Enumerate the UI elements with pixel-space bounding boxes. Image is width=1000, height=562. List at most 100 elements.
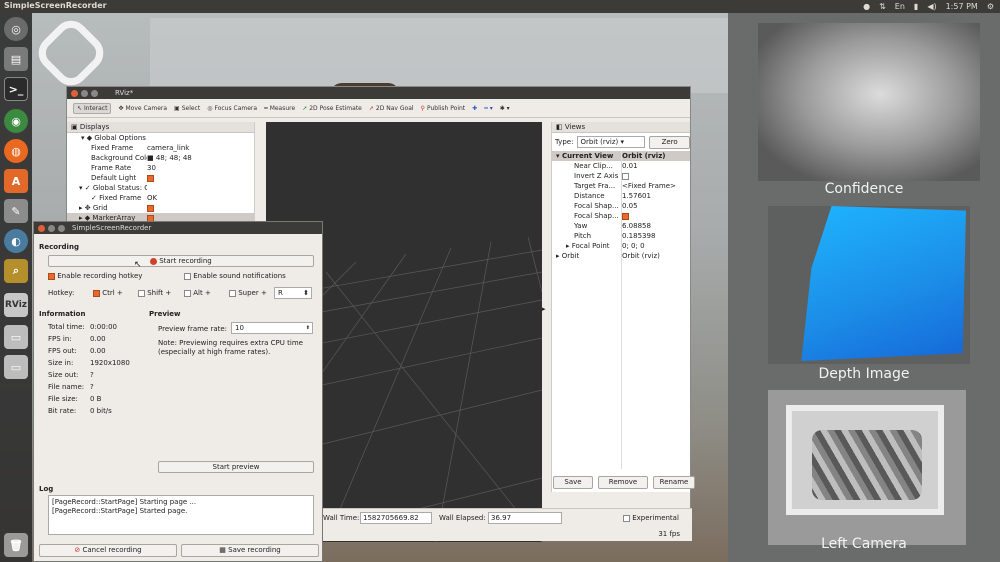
dash-icon[interactable]: ◎ bbox=[4, 17, 28, 41]
collapse-handle-icon[interactable]: ▸ bbox=[542, 305, 546, 313]
tool-move-camera[interactable]: ✥ Move Camera bbox=[118, 105, 167, 112]
simplescreenrecorder-window: SimpleScreenRecorder Recording Start rec… bbox=[33, 221, 323, 562]
camera-icon: ◧ bbox=[556, 123, 563, 131]
log-box[interactable]: [PageRecord::StartPage] Starting page ..… bbox=[48, 495, 314, 535]
maximize-icon[interactable] bbox=[91, 90, 98, 97]
tool-focus-camera[interactable]: ◎ Focus Camera bbox=[207, 105, 257, 112]
minimize-icon[interactable] bbox=[48, 225, 55, 232]
preview-note: Note: Previewing requires extra CPU time… bbox=[158, 339, 303, 356]
display-row[interactable]: Default Light bbox=[67, 173, 254, 183]
rviz-titlebar[interactable]: RViz* bbox=[67, 87, 690, 99]
volume-icon[interactable]: ◀) bbox=[927, 2, 936, 11]
display-row[interactable]: ▾ ◆ Global Options bbox=[67, 133, 254, 143]
display-row[interactable]: ▾ ✓ Global Status: Ok bbox=[67, 183, 254, 193]
battery-icon[interactable]: ▮ bbox=[914, 2, 918, 11]
info-row: Size out:? bbox=[48, 371, 94, 379]
experimental-toggle[interactable]: Experimental bbox=[623, 514, 679, 522]
firefox-icon[interactable]: ◍ bbox=[4, 139, 28, 163]
search-icon[interactable]: ⌕ bbox=[4, 259, 28, 283]
cancel-recording-button[interactable]: ⊘ Cancel recording bbox=[39, 544, 177, 557]
close-icon[interactable] bbox=[38, 225, 45, 232]
rviz-icon[interactable]: RViz bbox=[4, 293, 28, 317]
drive-icon-2[interactable]: ▭ bbox=[4, 355, 28, 379]
views-remove-button[interactable]: Remove bbox=[598, 476, 648, 489]
mouse-cursor-icon: ↖ bbox=[134, 260, 142, 270]
tool-2d-pose[interactable]: ➚ 2D Pose Estimate bbox=[302, 105, 362, 112]
files-icon[interactable]: ▤ bbox=[4, 47, 28, 71]
keyboard-layout[interactable]: En bbox=[895, 2, 905, 11]
recording-section-title: Recording bbox=[39, 243, 79, 251]
display-row[interactable]: Frame Rate 30 bbox=[67, 163, 254, 173]
pose-arrow-icon: ➚ bbox=[302, 105, 308, 112]
maximize-icon[interactable] bbox=[58, 225, 65, 232]
wall-time-field[interactable]: 1582705669.82 bbox=[360, 512, 432, 524]
ssr-title: SimpleScreenRecorder bbox=[72, 224, 152, 232]
ssr-titlebar[interactable]: SimpleScreenRecorder bbox=[34, 222, 322, 234]
info-row: Total time: 0:00:00 bbox=[48, 323, 117, 331]
confidence-image bbox=[758, 23, 980, 181]
alt-checkbox[interactable]: Alt + bbox=[184, 289, 211, 297]
tool-2d-nav[interactable]: ➚ 2D Nav Goal bbox=[369, 105, 414, 112]
minimize-icon[interactable] bbox=[81, 90, 88, 97]
terminal-icon[interactable]: >_ bbox=[4, 77, 28, 101]
hotkey-key-select[interactable]: R ⬍ bbox=[274, 287, 312, 299]
display-row[interactable]: Background Color■ 48; 48; 48 bbox=[67, 153, 254, 163]
trash-icon[interactable]: 🗑 bbox=[4, 533, 28, 557]
view-type-select[interactable]: Orbit (rviz) ▾ bbox=[577, 136, 646, 148]
views-rename-button[interactable]: Rename bbox=[653, 476, 695, 489]
tool-options[interactable]: ✱ ▾ bbox=[500, 105, 510, 112]
enable-hotkey-checkbox[interactable]: Enable recording hotkey bbox=[48, 272, 142, 280]
log-line: [PageRecord::StartPage] Starting page ..… bbox=[52, 498, 197, 506]
super-checkbox[interactable]: Super + bbox=[229, 289, 267, 297]
tool-select[interactable]: ▣ Select bbox=[174, 105, 200, 112]
display-row[interactable]: ▸ ✥ Grid bbox=[67, 203, 254, 213]
gear-icon[interactable]: ⚙ bbox=[987, 2, 994, 11]
select-icon: ▣ bbox=[174, 105, 180, 112]
log-section-title: Log bbox=[39, 485, 54, 493]
shift-checkbox[interactable]: Shift + bbox=[138, 289, 171, 297]
drive-icon[interactable]: ▭ bbox=[4, 325, 28, 349]
tool-minus[interactable]: ━ ▾ bbox=[484, 105, 493, 112]
enable-sound-checkbox[interactable]: Enable sound notifications bbox=[184, 272, 286, 280]
focal-shape-checkbox[interactable] bbox=[622, 212, 629, 220]
start-recording-button[interactable]: Start recording bbox=[48, 255, 314, 267]
software-center-icon[interactable]: A bbox=[4, 169, 28, 193]
chrome-icon[interactable]: ◉ bbox=[4, 109, 28, 133]
info-row: File size: 0 B bbox=[48, 395, 102, 403]
info-row: FPS in: 0.00 bbox=[48, 335, 106, 343]
launcher: ◎ ▤ >_ ◉ ◍ A ✎ ◐ ⌕ RViz ▭ ▭ 🗑 bbox=[0, 13, 32, 562]
fps-readout: 31 fps bbox=[658, 530, 680, 538]
zero-button[interactable]: Zero bbox=[649, 135, 690, 149]
confidence-label: Confidence bbox=[824, 181, 904, 197]
info-row: Bit rate: 0 bit/s bbox=[48, 407, 112, 415]
invert-z-checkbox[interactable] bbox=[622, 172, 629, 180]
close-icon[interactable] bbox=[71, 90, 78, 97]
views-save-button[interactable]: Save bbox=[553, 476, 593, 489]
app-icon[interactable]: ◐ bbox=[4, 229, 28, 253]
info-row: Size in: 1920x1080 bbox=[48, 359, 130, 367]
preview-rate-spinbox[interactable]: 10 ⬍ bbox=[231, 322, 313, 334]
dropbox-icon[interactable]: ● bbox=[863, 2, 870, 11]
views-header: ◧ Views bbox=[552, 122, 690, 133]
active-app-title: SimpleScreenRecorder bbox=[4, 1, 107, 10]
left-camera-label: Left Camera bbox=[821, 536, 907, 552]
start-preview-button[interactable]: Start preview bbox=[158, 461, 314, 473]
display-row[interactable]: Fixed Frame camera_link bbox=[67, 143, 254, 153]
display-row[interactable]: ✓ Fixed Frame OK bbox=[67, 193, 254, 203]
tool-publish-point[interactable]: ⚲ Publish Point bbox=[421, 105, 466, 112]
tool-measure[interactable]: ━ Measure bbox=[264, 105, 295, 112]
wall-elapsed-field[interactable]: 36.97 bbox=[488, 512, 562, 524]
settings-icon[interactable]: ✎ bbox=[4, 199, 28, 223]
tool-interact[interactable]: ↖ Interact bbox=[73, 103, 112, 114]
save-recording-button[interactable]: ▦ Save recording bbox=[181, 544, 319, 557]
background-shelf bbox=[150, 18, 730, 93]
default-light-checkbox[interactable] bbox=[147, 174, 154, 182]
tool-plus[interactable]: ✚ bbox=[472, 105, 477, 112]
ctrl-checkbox[interactable]: Ctrl + bbox=[93, 289, 123, 297]
focus-icon: ◎ bbox=[207, 105, 213, 112]
displays-icon: ▣ bbox=[71, 123, 78, 131]
clock[interactable]: 1:57 PM bbox=[946, 2, 978, 11]
network-icon[interactable]: ⇅ bbox=[879, 2, 886, 11]
grid-checkbox[interactable] bbox=[147, 204, 154, 212]
top-panel: SimpleScreenRecorder ● ⇅ En ▮ ◀) 1:57 PM… bbox=[0, 0, 1000, 13]
